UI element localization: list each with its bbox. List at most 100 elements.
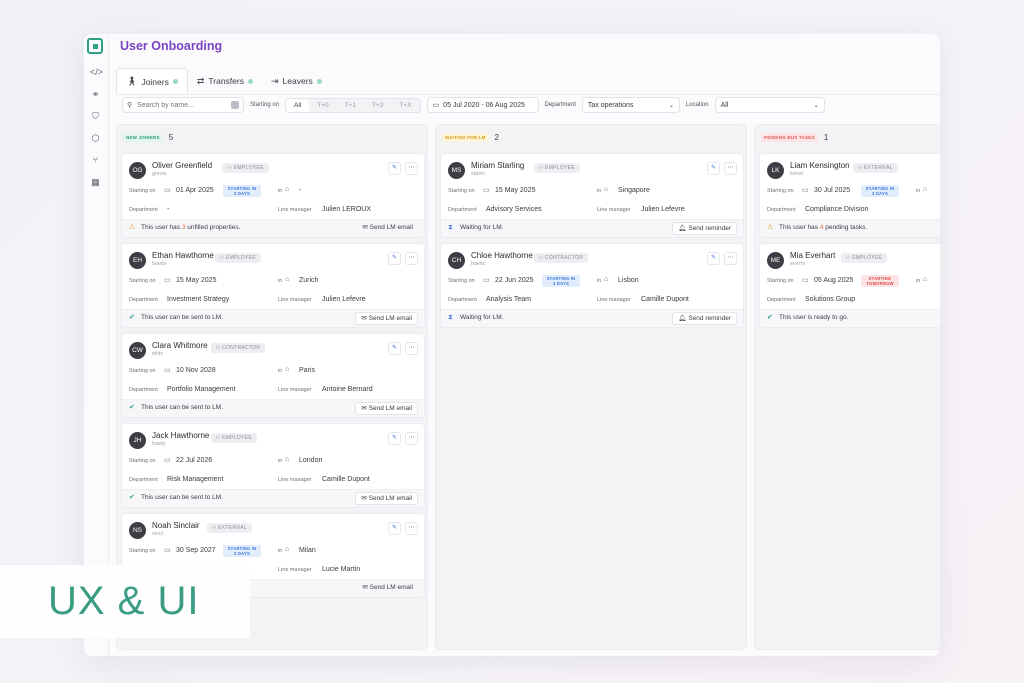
person-name[interactable]: Oliver Greenfield <box>152 161 212 170</box>
tab-label: Leavers <box>282 76 313 86</box>
send-lm-email-button[interactable]: ✉ Send LM email <box>357 582 418 593</box>
grid-icon[interactable]: ▦ <box>90 177 101 188</box>
send-lm-email-button[interactable]: ✉ Send LM email <box>355 492 418 505</box>
pin-icon[interactable]: ✎ <box>388 432 401 445</box>
card-body: JH Jack Hawthorne hawtj ⚇ EMPLOYEE ✎ ⋯ Startin… <box>122 424 424 488</box>
person-card[interactable]: MS Miriam Starling starm ⚇ EMPLOYEE ✎ ⋯ Starti… <box>440 153 744 238</box>
department-select[interactable]: Tax operations ⌄ <box>581 97 680 113</box>
mail-icon: ✉ <box>362 224 370 231</box>
pin-icon[interactable]: ✎ <box>388 522 401 535</box>
line-manager-label: Line manager <box>278 477 312 483</box>
card-actions: ✎ ⋯ <box>388 162 418 175</box>
box-icon[interactable]: ⬡ <box>90 133 101 144</box>
starting-option-t1[interactable]: T+1 <box>337 99 364 112</box>
building-icon: ⌂ <box>285 546 290 553</box>
person-card[interactable]: LKLiam Kensingtonkensl⚇ EXTERNAL✎⋯Starti… <box>759 153 940 238</box>
person-card[interactable]: EH Ethan Hawthorne hawte ⚇ EMPLOYEE ✎ ⋯ Starti… <box>121 243 425 328</box>
person-type-badge: ⚇ EMPLOYEE <box>533 163 580 173</box>
search-input[interactable] <box>135 100 231 110</box>
more-icon[interactable]: ⋯ <box>405 522 418 535</box>
person-card[interactable]: CW Clara Whitmore whtc ⚇ CONTRACTOR ✎ ⋯ Starti… <box>121 333 425 418</box>
person-type-label: EXTERNAL <box>218 525 247 531</box>
pin-icon[interactable]: ✎ <box>707 252 720 265</box>
department-value: Risk Management <box>167 476 224 483</box>
person-card[interactable]: OG Oliver Greenfield grews ⚇ EMPLOYEE ✎ ⋯ Star… <box>121 153 425 238</box>
avatar: CW <box>129 342 146 359</box>
person-handle: whtc <box>152 351 164 357</box>
building-icon: ⌂ <box>285 276 290 283</box>
person-card[interactable]: JH Jack Hawthorne hawtj ⚇ EMPLOYEE ✎ ⋯ Startin… <box>121 423 425 508</box>
footer-message: This user can be sent to LM. <box>141 314 223 322</box>
pin-icon[interactable]: ✎ <box>707 162 720 175</box>
tab-leavers[interactable]: ⇥ Leavers <box>262 68 331 94</box>
shield-icon[interactable]: ⛉ <box>90 111 101 122</box>
person-type-badge: ⚇ EMPLOYEE <box>210 433 257 443</box>
filter-icon[interactable] <box>231 101 239 109</box>
send-lm-email-button[interactable]: ✉ Send LM email <box>357 222 418 233</box>
more-icon[interactable]: ⋯ <box>724 162 737 175</box>
person-name[interactable]: Chloe Hawthorne <box>471 251 533 260</box>
share-icon[interactable]: ⚭ <box>90 89 101 100</box>
line-manager-label: Line manager <box>597 207 631 213</box>
starting-option-tx[interactable]: T+X <box>391 99 419 112</box>
department-value: Solutions Group <box>805 296 856 303</box>
search-box[interactable]: ⚲ <box>122 97 244 113</box>
card-actions: ✎ ⋯ <box>388 522 418 535</box>
starting-option-all[interactable]: All <box>286 98 310 112</box>
person-name[interactable]: Jack Hawthorne <box>152 431 209 440</box>
more-icon[interactable]: ⋯ <box>405 252 418 265</box>
person-handle: starm <box>471 171 485 177</box>
pin-icon[interactable]: ✎ <box>388 162 401 175</box>
line-manager-value: Camille Dupont <box>641 296 689 303</box>
person-type-badge: ⚇ EXTERNAL <box>852 163 898 173</box>
person-name[interactable]: Clara Whitmore <box>152 341 208 350</box>
person-name[interactable]: Liam Kensington <box>790 161 850 170</box>
tab-transfers[interactable]: ⇄ Transfers <box>188 68 262 94</box>
code-icon[interactable]: </> <box>90 67 103 78</box>
start-date: 22 Jun 2025 <box>495 277 534 284</box>
more-icon[interactable]: ⋯ <box>405 162 418 175</box>
starting-on-label: Starting on <box>767 188 794 194</box>
footer-text: unfilled properties. <box>185 224 241 231</box>
location-value: - <box>299 187 302 194</box>
line-manager-label: Line manager <box>278 567 312 573</box>
date-range-picker[interactable]: ▭ 05 Jul 2020 - 06 Aug 2025 <box>426 97 539 113</box>
person-name[interactable]: Ethan Hawthorne <box>152 251 214 260</box>
person-name[interactable]: Mia Everhart <box>790 251 835 260</box>
location-select[interactable]: All ⌄ <box>714 97 825 113</box>
send-lm-email-button[interactable]: ✉ Send LM email <box>355 312 418 325</box>
status-dot <box>247 78 253 84</box>
location-select-value: All <box>720 101 729 109</box>
person-card[interactable]: CH Chloe Hawthorne hawtc ⚇ CONTRACTOR ✎ ⋯ Star… <box>440 243 744 328</box>
button-label: Send LM email <box>368 495 412 502</box>
bell-icon: 🔔︎ <box>678 315 689 322</box>
starting-option-t2[interactable]: T+2 <box>364 99 391 112</box>
pin-icon[interactable]: ✎ <box>388 342 401 355</box>
more-icon[interactable]: ⋯ <box>405 432 418 445</box>
more-icon[interactable]: ⋯ <box>405 342 418 355</box>
pin-icon[interactable]: ✎ <box>388 252 401 265</box>
building-icon: ⌂ <box>604 186 609 193</box>
app-logo-icon[interactable] <box>87 38 103 54</box>
send-reminder-button[interactable]: 🔔︎ Send reminder <box>672 222 737 235</box>
send-lm-email-button[interactable]: ✉ Send LM email <box>355 402 418 415</box>
person-card[interactable]: MEMia Everharteverm⚇ EMPLOYEE✎⋯Starting … <box>759 243 940 328</box>
calendar-icon: ▭ <box>164 457 171 464</box>
in-label: in <box>278 548 283 554</box>
send-reminder-button[interactable]: 🔔︎ Send reminder <box>672 312 737 325</box>
person-name[interactable]: Miriam Starling <box>471 161 524 170</box>
line-manager-value: Julien LEROUX <box>322 206 372 213</box>
avatar: NS <box>129 522 146 539</box>
location-value: Zurich <box>299 277 319 284</box>
more-icon[interactable]: ⋯ <box>724 252 737 265</box>
person-type-label: EMPLOYEE <box>852 255 883 261</box>
person-name[interactable]: Noah Sinclair <box>152 521 200 530</box>
start-date: 10 Nov 2028 <box>176 367 216 374</box>
branch-icon[interactable]: ⑂ <box>90 155 101 166</box>
tab-joiners[interactable]: 🚶︎ Joiners <box>116 68 188 94</box>
starting-option-t0[interactable]: T+0 <box>309 99 336 112</box>
starting-segmented-control: All T+0 T+1 T+2 T+X <box>285 97 421 113</box>
person-type-label: EMPLOYEE <box>225 255 256 261</box>
warning-icon: ⚠ <box>129 224 136 231</box>
person-type-label: EMPLOYEE <box>222 435 252 441</box>
